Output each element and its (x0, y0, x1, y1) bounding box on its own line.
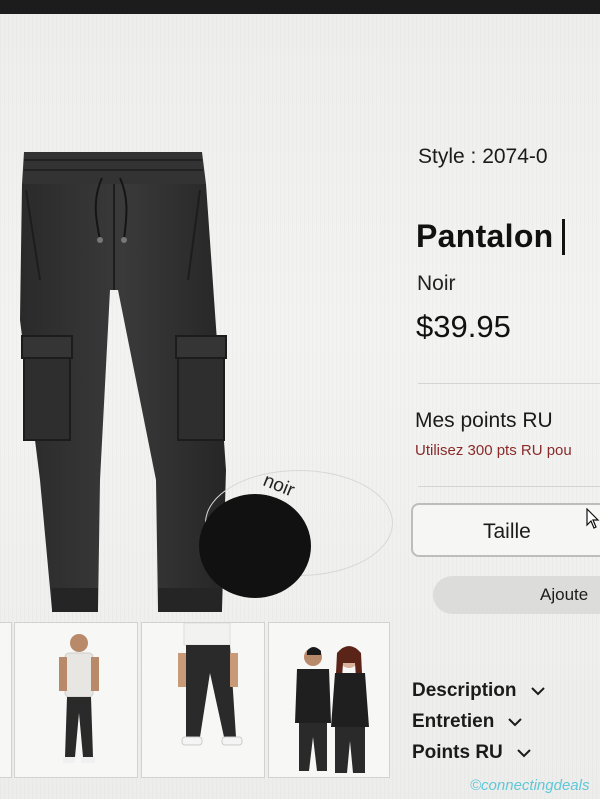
product-title-row: Pantalon (416, 218, 565, 255)
thumbnail-3[interactable] (268, 622, 390, 778)
model-front-image (59, 634, 99, 763)
chevron-down-icon (530, 687, 545, 696)
watermark: ©connectingdeals (470, 777, 590, 794)
chevron-down-icon (517, 749, 531, 758)
chevron-down-icon (508, 718, 523, 727)
color-name: Noir (417, 272, 456, 295)
points-title: Mes points RU (415, 409, 553, 432)
monitor-bezel (0, 0, 600, 14)
divider (418, 383, 600, 384)
accordion-entretien[interactable]: Entretien (412, 711, 523, 733)
title-divider (561, 218, 565, 255)
size-select-button[interactable]: Taille (411, 503, 600, 557)
divider (418, 486, 600, 487)
product-title: Pantalon (416, 218, 554, 254)
size-button-label: Taille (483, 520, 531, 543)
product-price: $39.95 (416, 309, 511, 344)
accordion-description[interactable]: Description (412, 680, 545, 702)
style-number: Style : 2074-0 (418, 145, 548, 168)
thumbnail-1[interactable] (14, 622, 138, 778)
accordion-label: Description (412, 680, 517, 701)
add-to-cart-button[interactable]: Ajoute (433, 576, 600, 614)
thumbnail-partial[interactable] (0, 622, 12, 778)
product-main-image[interactable] (10, 140, 230, 620)
accordion-points-ru[interactable]: Points RU (412, 742, 531, 764)
mouse-cursor-icon (586, 508, 600, 529)
color-swatch-noir[interactable] (199, 494, 311, 598)
thumbnail-2[interactable] (141, 622, 265, 778)
models-pair-image (295, 646, 369, 773)
points-subtitle: Utilisez 300 pts RU pou (415, 442, 572, 459)
accordion-label: Points RU (412, 742, 503, 763)
model-legs-image (178, 623, 243, 746)
add-button-label: Ajoute (540, 585, 589, 604)
accordion-label: Entretien (412, 711, 495, 732)
